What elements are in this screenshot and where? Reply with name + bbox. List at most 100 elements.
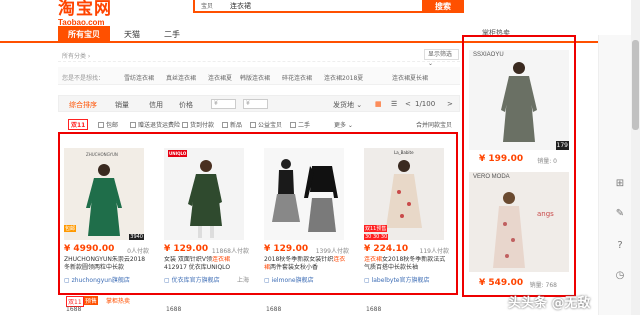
search-category-select[interactable]: 宝贝 bbox=[195, 1, 227, 10]
related-item[interactable]: 连衣裙夏长裙 bbox=[392, 73, 428, 82]
shop-link[interactable]: ▢ labelbyte官方旗舰店 bbox=[364, 275, 430, 284]
price-to-input[interactable]: ¥ bbox=[243, 99, 268, 109]
related-item[interactable]: 连衣裙夏 bbox=[208, 73, 232, 82]
merge-same-items[interactable]: 合并同款宝贝 bbox=[416, 120, 452, 129]
side-product-brand: SSXIAOYU bbox=[473, 52, 504, 58]
model-grey-dress-image bbox=[501, 62, 537, 142]
side-promo-badge: 179 bbox=[555, 141, 569, 150]
grid-view-icon[interactable]: ▦ bbox=[375, 100, 382, 108]
product-image[interactable]: La_Babite 双11预售 30 30 30 bbox=[364, 148, 444, 240]
related-item[interactable]: 连衣裙2018夏 bbox=[324, 73, 363, 82]
tab-secondhand[interactable]: 二手 bbox=[152, 26, 192, 43]
side-product-sales: 销量: 0 bbox=[537, 158, 557, 165]
sort-default[interactable]: 综合排序 bbox=[69, 100, 97, 110]
prev-page-button[interactable]: < bbox=[405, 100, 411, 108]
side-product-sales: 销量: 768 bbox=[529, 282, 557, 289]
list-view-icon[interactable]: ☰ bbox=[391, 100, 397, 108]
product-sold-count: 119人付款 bbox=[419, 248, 449, 255]
product-sold-count: 0人付款 bbox=[127, 248, 149, 255]
related-item[interactable]: 碎花连衣裙 bbox=[282, 73, 312, 82]
svg-text:angs: angs bbox=[537, 210, 554, 218]
product-card[interactable]: La_Babite 双11预售 30 30 30 ¥ 224.10 119人付款… bbox=[358, 148, 453, 296]
related-searches: 您是不是想找： 雪纺连衣裙 真丝连衣裙 连衣裙夏 韩版连衣裙 碎花连衣裙 连衣裙… bbox=[58, 67, 460, 85]
product-title[interactable]: 连衣裙女2018秋冬季新款法式气质百搭中长款长袖 bbox=[364, 256, 449, 272]
related-item[interactable]: 真丝连衣裙 bbox=[166, 73, 196, 82]
result-tabs: 所有宝贝 天猫 二手 bbox=[0, 26, 640, 43]
product-location: 上海 bbox=[236, 277, 249, 284]
wholesale-number: 1688 bbox=[166, 306, 182, 313]
wholesale-number: 1688 bbox=[366, 306, 382, 313]
taobao-logo[interactable]: 淘宝网 Taobao.com bbox=[58, 0, 112, 27]
shop-link[interactable]: ▢ zhuchongyun旗舰店 bbox=[64, 275, 130, 284]
seller-hot-heading: 掌柜热卖 bbox=[482, 29, 510, 37]
side-product-card[interactable]: SSXIAOYU 179 ¥ 199.00 销量: 0 bbox=[469, 50, 569, 166]
uniqlo-logo: UNIQLO bbox=[168, 150, 188, 157]
product-title[interactable]: 2018秋冬季新款女装针织连衣裙两件套装女秋小香 bbox=[264, 256, 349, 272]
sort-sales[interactable]: 销量 bbox=[115, 100, 129, 110]
category-row: 所有分类 › bbox=[58, 48, 460, 62]
presale-tag: 预售 bbox=[84, 296, 99, 305]
shop-link[interactable]: ▢ ielmone旗舰店 bbox=[264, 275, 314, 284]
side-product-image[interactable]: VERO MODA angs bbox=[469, 172, 569, 272]
product-price: ¥ 4990.00 bbox=[64, 244, 115, 254]
product-price: ¥ 129.00 bbox=[264, 244, 309, 254]
related-label: 您是不是想找： bbox=[62, 75, 105, 82]
product-image[interactable]: ZHUCHONGYUN 包邮 3940 bbox=[64, 148, 144, 240]
product-price: ¥ 129.00 bbox=[164, 244, 209, 254]
option-new[interactable]: 新品 bbox=[222, 120, 242, 129]
all-categories[interactable]: 所有分类 › bbox=[62, 51, 90, 60]
model-dark-green-dress-image bbox=[188, 160, 222, 238]
shop-link[interactable]: ▢ 优衣库官方旗舰店 bbox=[164, 275, 220, 284]
promo-price-badge: 30 30 30 bbox=[364, 234, 389, 240]
seller-hot-tag: 掌柜热卖 bbox=[106, 298, 131, 305]
promo-badge: 包邮 bbox=[64, 225, 77, 232]
option-return-insurance[interactable]: 赠送退货运费险 bbox=[130, 120, 180, 129]
logo-cn: 淘宝网 bbox=[58, 0, 112, 19]
option-secondhand[interactable]: 二手 bbox=[290, 120, 310, 129]
product-sold-count: 1399人付款 bbox=[315, 248, 349, 255]
wholesale-number: 1688 bbox=[66, 306, 82, 313]
tab-tmall[interactable]: 天猫 bbox=[112, 26, 152, 43]
option-cod[interactable]: 货到付款 bbox=[182, 120, 214, 129]
search-input[interactable]: 连衣裙 bbox=[227, 1, 445, 11]
price-from-input[interactable]: ¥ bbox=[211, 99, 236, 109]
double11-badge[interactable]: 双11 bbox=[68, 119, 89, 130]
filter-toggle[interactable]: 显示筛选 ⌄ bbox=[424, 49, 459, 67]
product-title[interactable]: ZHUCHONGYUN朱崇云2018冬新款圆领两粒中长款 bbox=[64, 256, 149, 272]
option-free-shipping[interactable]: 包邮 bbox=[98, 120, 118, 129]
option-charity[interactable]: 公益宝贝 bbox=[250, 120, 282, 129]
sort-price[interactable]: 价格 bbox=[179, 100, 193, 110]
side-product-card[interactable]: VERO MODA angs ¥ 549.00 销量: 768 bbox=[469, 172, 569, 292]
related-item[interactable]: 雪纺连衣裙 bbox=[124, 73, 154, 82]
product-brand-text: ZHUCHONGYUN bbox=[86, 152, 118, 157]
option-row: 双11 包邮 赠送退货运费险 货到付款 新品 公益宝贝 二手 更多 ⌄ 合并同款… bbox=[58, 118, 460, 131]
sort-credit[interactable]: 信用 bbox=[149, 100, 163, 110]
edit-icon[interactable]: ✎ bbox=[613, 207, 627, 221]
help-icon[interactable]: ? bbox=[613, 239, 627, 253]
double11-presale-badge: 双11预售 bbox=[364, 225, 388, 232]
product-title[interactable]: 女装 双面针织V领连衣裙412917 优衣库UNIQLO bbox=[164, 256, 249, 272]
scrollbar-thumb[interactable] bbox=[632, 40, 639, 130]
sort-bar: 综合排序 销量 信用 价格 ¥ ¥ 发货地 ⌄ ▦ ☰ < 1/100 > bbox=[58, 95, 460, 112]
product-card[interactable]: UNIQLO ¥ 129.00 11868人付款 女装 双面针织V领连衣裙412… bbox=[158, 148, 253, 296]
tab-all[interactable]: 所有宝贝 bbox=[58, 26, 110, 43]
promo-price-badge: 3940 bbox=[129, 234, 144, 240]
gift-icon[interactable]: ⊞ bbox=[613, 177, 627, 191]
product-card[interactable]: ¥ 129.00 1399人付款 2018秋冬季新款女装针织连衣裙两件套装女秋小… bbox=[258, 148, 353, 296]
side-product-image[interactable]: SSXIAOYU 179 bbox=[469, 50, 569, 150]
search-bar[interactable]: 宝贝 连衣裙 ◉ bbox=[193, 0, 459, 13]
option-more[interactable]: 更多 ⌄ bbox=[334, 120, 353, 129]
history-icon[interactable]: ◷ bbox=[613, 269, 627, 283]
side-product-price: ¥ 199.00 bbox=[479, 154, 524, 164]
search-button[interactable]: 搜索 bbox=[422, 0, 464, 13]
product-image[interactable]: UNIQLO bbox=[164, 148, 244, 240]
product-sold-count: 11868人付款 bbox=[211, 248, 249, 255]
page-indicator: 1/100 bbox=[415, 100, 436, 108]
related-item[interactable]: 韩版连衣裙 bbox=[240, 73, 270, 82]
side-product-price: ¥ 549.00 bbox=[479, 278, 524, 288]
product-card[interactable]: ZHUCHONGYUN 包邮 3940 ¥ 4990.00 0人付款 ZHUCH… bbox=[58, 148, 153, 296]
ship-from-select[interactable]: 发货地 ⌄ bbox=[333, 100, 362, 110]
next-page-button[interactable]: > bbox=[447, 100, 453, 108]
product-image[interactable] bbox=[264, 148, 344, 240]
product-price: ¥ 224.10 bbox=[364, 244, 409, 254]
